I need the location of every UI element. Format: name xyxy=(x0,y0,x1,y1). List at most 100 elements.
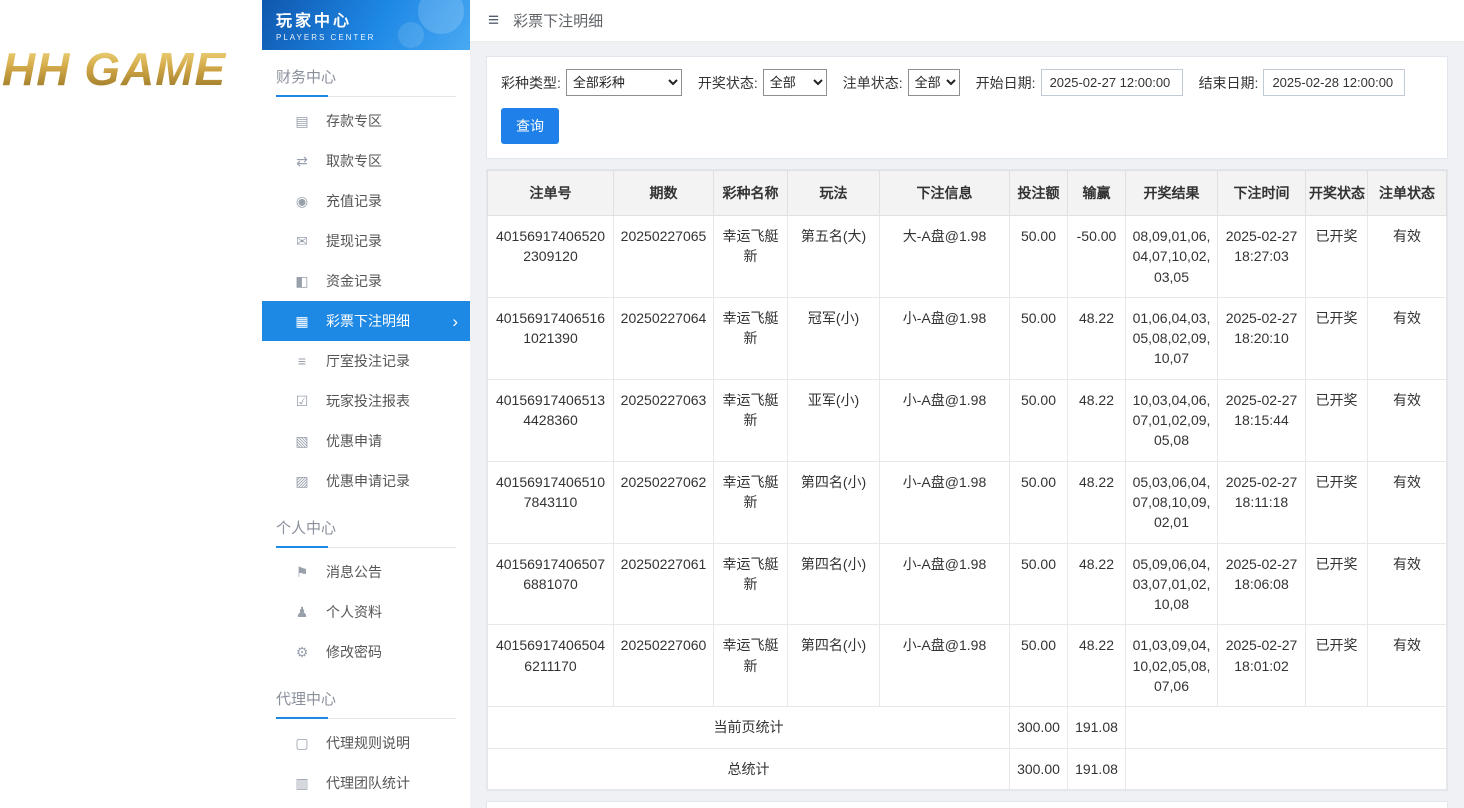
cell-bet-time: 2025-02-27 18:01:02 xyxy=(1218,625,1306,707)
withdraw-icon: ⇄ xyxy=(294,153,310,170)
sidebar-item-fund-records[interactable]: ◧ 资金记录 xyxy=(262,261,470,301)
sidebar-item-label: 提现记录 xyxy=(326,231,382,251)
lottery-type-select[interactable]: 全部彩种 xyxy=(566,69,682,96)
sidebar-item-promo-records[interactable]: ▨ 优惠申请记录 xyxy=(262,461,470,501)
sidebar-item-recharge-records[interactable]: ◉ 充值记录 xyxy=(262,181,470,221)
cell-period: 20250227061 xyxy=(614,543,714,625)
cell-lottery: 幸运飞艇新 xyxy=(714,379,788,461)
cell-lottery: 幸运飞艇新 xyxy=(714,543,788,625)
sidebar-header: 玩家中心 PLAYERS CENTER xyxy=(262,0,470,50)
page-title: 彩票下注明细 xyxy=(513,10,603,31)
gear-icon: ⚙ xyxy=(294,644,310,661)
cell-draw-status: 已开奖 xyxy=(1306,379,1368,461)
header-draw-status: 开奖状态 xyxy=(1306,171,1368,216)
empty-cell xyxy=(1126,748,1447,789)
table-row: 401569174065107843110 20250227062 幸运飞艇新 … xyxy=(488,461,1447,543)
sidebar-item-label: 消息公告 xyxy=(326,562,382,582)
cell-result: 01,03,09,04,10,02,05,08,07,06 xyxy=(1126,625,1218,707)
cell-bet-amount: 50.00 xyxy=(1010,297,1068,379)
query-button[interactable]: 查询 xyxy=(501,108,559,144)
cell-order-status: 有效 xyxy=(1368,216,1447,298)
cell-order-status: 有效 xyxy=(1368,379,1447,461)
header-lottery: 彩种名称 xyxy=(714,171,788,216)
cell-bet-amount: 50.00 xyxy=(1010,543,1068,625)
brand-logo: HH GAME xyxy=(0,42,262,96)
filter-end-date: 结束日期: xyxy=(1199,69,1406,96)
header-bet-amount: 投注额 xyxy=(1010,171,1068,216)
sidebar-subtitle: PLAYERS CENTER xyxy=(276,33,456,42)
draw-status-select[interactable]: 全部 xyxy=(763,69,827,96)
cell-bet-amount: 50.00 xyxy=(1010,216,1068,298)
sidebar-item-hall-bet-records[interactable]: ≡ 厅室投注记录 xyxy=(262,341,470,381)
sidebar-item-lottery-bet-details[interactable]: ▦ 彩票下注明细 › xyxy=(262,301,470,341)
order-status-label: 注单状态: xyxy=(843,73,903,93)
cell-bet-time: 2025-02-27 18:11:18 xyxy=(1218,461,1306,543)
order-status-select[interactable]: 全部 xyxy=(908,69,960,96)
sidebar-item-announcements[interactable]: ⚑ 消息公告 xyxy=(262,552,470,592)
sidebar-item-agent-rules[interactable]: ▢ 代理规则说明 xyxy=(262,723,470,763)
sidebar-item-withdraw[interactable]: ⇄ 取款专区 xyxy=(262,141,470,181)
cell-play: 冠军(小) xyxy=(788,297,880,379)
total-bet-total: 300.00 xyxy=(1010,748,1068,789)
cell-winloss: 48.22 xyxy=(1068,379,1126,461)
hamburger-menu-icon[interactable]: ≡ xyxy=(488,10,499,32)
sidebar-item-player-bet-report[interactable]: ☑ 玩家投注报表 xyxy=(262,381,470,421)
sidebar-item-label: 充值记录 xyxy=(326,191,382,211)
cell-order-no: 401569174065202309120 xyxy=(488,216,614,298)
table-row: 401569174065134428360 20250227063 幸运飞艇新 … xyxy=(488,379,1447,461)
cell-bet-amount: 50.00 xyxy=(1010,379,1068,461)
doc-icon: ▢ xyxy=(294,735,310,752)
summary-row-total: 总统计 300.00 191.08 xyxy=(488,748,1447,789)
cell-result: 05,03,06,04,07,08,10,09,02,01 xyxy=(1126,461,1218,543)
logo-pane: HH GAME xyxy=(0,0,262,808)
cell-period: 20250227060 xyxy=(614,625,714,707)
start-date-label: 开始日期: xyxy=(976,73,1036,93)
cell-draw-status: 已开奖 xyxy=(1306,297,1368,379)
filter-draw-status: 开奖状态: 全部 xyxy=(698,69,827,96)
coupon-record-icon: ▨ xyxy=(294,473,310,490)
cell-bet-amount: 50.00 xyxy=(1010,461,1068,543)
total-winloss-total: 191.08 xyxy=(1068,748,1126,789)
mail-icon: ✉ xyxy=(294,233,310,250)
start-date-input[interactable] xyxy=(1041,69,1183,96)
table-row: 401569174065161021390 20250227064 幸运飞艇新 … xyxy=(488,297,1447,379)
bell-icon: ⚑ xyxy=(294,564,310,581)
header-bet-info: 下注信息 xyxy=(880,171,1010,216)
cell-bet-time: 2025-02-27 18:27:03 xyxy=(1218,216,1306,298)
sidebar-item-promo-apply[interactable]: ▧ 优惠申请 xyxy=(262,421,470,461)
header-order-status: 注单状态 xyxy=(1368,171,1447,216)
cell-winloss: 48.22 xyxy=(1068,625,1126,707)
current-page-bet-total: 300.00 xyxy=(1010,707,1068,748)
cell-bet-info: 小-A盘@1.98 xyxy=(880,543,1010,625)
header-play: 玩法 xyxy=(788,171,880,216)
sidebar-item-profile[interactable]: ♟ 个人资料 xyxy=(262,592,470,632)
sidebar-item-change-password[interactable]: ⚙ 修改密码 xyxy=(262,632,470,672)
sidebar-item-withdraw-records[interactable]: ✉ 提现记录 xyxy=(262,221,470,261)
filter-lottery-type: 彩种类型: 全部彩种 xyxy=(501,69,682,96)
cell-result: 05,09,06,04,03,07,01,02,10,08 xyxy=(1126,543,1218,625)
section-finance-title: 财务中心 xyxy=(276,66,456,97)
cell-result: 10,03,04,06,07,01,02,09,05,08 xyxy=(1126,379,1218,461)
end-date-input[interactable] xyxy=(1263,69,1405,96)
filter-panel: 彩种类型: 全部彩种 开奖状态: 全部 注单状态: 全部 xyxy=(486,56,1448,159)
sidebar-item-label: 存款专区 xyxy=(326,111,382,131)
sidebar-item-label: 优惠申请记录 xyxy=(326,471,410,491)
report-icon: ☑ xyxy=(294,393,310,410)
cell-play: 亚军(小) xyxy=(788,379,880,461)
sidebar: 玩家中心 PLAYERS CENTER 财务中心 ▤ 存款专区 ⇄ 取款专区 ◉… xyxy=(262,0,470,808)
cell-period: 20250227062 xyxy=(614,461,714,543)
sidebar-item-label: 代理团队统计 xyxy=(326,773,410,793)
filter-order-status: 注单状态: 全部 xyxy=(843,69,960,96)
cell-order-status: 有效 xyxy=(1368,297,1447,379)
cell-bet-time: 2025-02-27 18:20:10 xyxy=(1218,297,1306,379)
table-row: 401569174065076881070 20250227061 幸运飞艇新 … xyxy=(488,543,1447,625)
sidebar-item-deposit[interactable]: ▤ 存款专区 xyxy=(262,101,470,141)
sidebar-menu: 财务中心 ▤ 存款专区 ⇄ 取款专区 ◉ 充值记录 ✉ 提现记录 ◧ 资金记录 … xyxy=(262,50,470,808)
empty-cell xyxy=(1126,707,1447,748)
header-order-no: 注单号 xyxy=(488,171,614,216)
sidebar-item-label: 个人资料 xyxy=(326,602,382,622)
current-page-winloss-total: 191.08 xyxy=(1068,707,1126,748)
header-period: 期数 xyxy=(614,171,714,216)
sidebar-item-agent-team-stats[interactable]: ▥ 代理团队统计 xyxy=(262,763,470,803)
sidebar-item-label: 玩家投注报表 xyxy=(326,391,410,411)
